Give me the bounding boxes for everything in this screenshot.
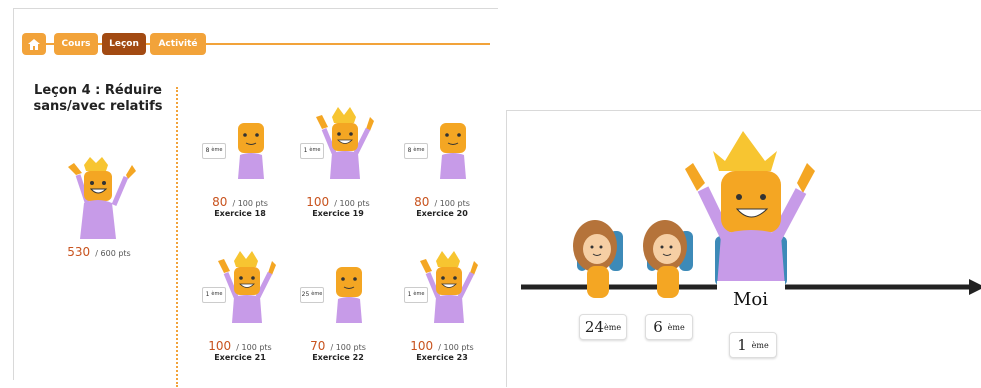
exercise-score-max: / 100 pts xyxy=(334,199,370,208)
exercise-rank: 8 ème xyxy=(202,143,226,159)
total-score-max: / 600 pts xyxy=(95,249,131,258)
exercise-score-value: 80 xyxy=(414,195,430,209)
rank-box-2: 6 ème xyxy=(645,314,693,340)
exercise-score-value: 100 xyxy=(208,339,232,353)
exercise-score-max: / 100 pts xyxy=(330,343,366,352)
rank-value: 25 xyxy=(301,291,310,298)
exercise-label: Exercice 22 xyxy=(312,353,364,362)
exercise-score: 100 / 100 pts xyxy=(190,335,290,354)
total-score: 530 / 600 pts xyxy=(14,241,184,260)
rank-value: 8 xyxy=(407,147,412,154)
rank-suffix: ème xyxy=(309,147,321,153)
arrow-head-icon xyxy=(969,279,981,295)
exercise-rank: 8 ème xyxy=(404,143,428,159)
crown-icon xyxy=(234,251,258,267)
exercise-score-max: / 100 pts xyxy=(232,199,268,208)
exercise-card[interactable]: 1 ème 100 / 100 pts Exercice 19 xyxy=(288,95,388,225)
exercise-score-value: 80 xyxy=(212,195,228,209)
rank-suffix: ème xyxy=(211,147,223,153)
exercise-score-max: / 100 pts xyxy=(438,343,474,352)
rank-suffix: ème xyxy=(667,322,685,332)
rank-value: 1 xyxy=(407,291,412,298)
crown-icon xyxy=(84,157,108,171)
ranking-panel: Moi 24 ème 6 ème 1 ème xyxy=(506,110,981,387)
exercise-score-max: / 100 pts xyxy=(434,199,470,208)
tab-activite[interactable]: Activité xyxy=(150,33,206,55)
lesson-panel: Cours Leçon Activité Leçon 4 : Réduire s… xyxy=(13,8,498,387)
exercise-avatar xyxy=(440,123,466,179)
exercise-score: 100 / 100 pts xyxy=(392,335,492,354)
lesson-title: Leçon 4 : Réduire sans/avec relatifs xyxy=(33,83,163,114)
rank-box-me: 1 ème xyxy=(729,332,777,358)
exercise-card[interactable]: 1 ème 100 / 100 pts Exercice 23 xyxy=(392,239,492,369)
rank-value: 8 xyxy=(205,147,210,154)
crown-icon xyxy=(713,131,777,171)
rank-suffix: ème xyxy=(413,147,425,153)
exercise-score: 70 / 100 pts xyxy=(288,335,388,354)
exercise-card[interactable]: 1 ème 100 / 100 pts Exercice 21 xyxy=(190,239,290,369)
exercise-score: 80 / 100 pts xyxy=(190,191,290,210)
crown-icon xyxy=(436,251,460,267)
tab-lecon[interactable]: Leçon xyxy=(102,33,146,55)
exercise-rank: 1 ème xyxy=(202,287,226,303)
rank-box-1: 24 ème xyxy=(579,314,627,340)
rank-suffix: ème xyxy=(604,322,622,332)
home-icon xyxy=(28,38,40,50)
exercise-avatar xyxy=(336,267,362,323)
exercise-card[interactable]: 8 ème 80 / 100 pts Exercice 20 xyxy=(392,95,492,225)
exercise-label: Exercice 19 xyxy=(312,209,364,218)
rank-value: 6 xyxy=(653,318,663,336)
exercise-score-max: / 100 pts xyxy=(236,343,272,352)
tab-cours[interactable]: Cours xyxy=(54,33,98,55)
exercise-score-value: 100 xyxy=(306,195,330,209)
rank-suffix: ème xyxy=(311,291,323,297)
exercise-label: Exercice 18 xyxy=(214,209,266,218)
exercise-score-value: 70 xyxy=(310,339,326,353)
exercise-label: Exercice 23 xyxy=(416,353,468,362)
my-avatar xyxy=(685,131,815,297)
exercise-score: 100 / 100 pts xyxy=(288,191,388,210)
exercise-rank: 1 ème xyxy=(404,287,428,303)
student-avatar xyxy=(68,157,136,239)
exercise-score-value: 100 xyxy=(410,339,434,353)
rank-value: 1 xyxy=(737,336,747,354)
rank-value: 1 xyxy=(205,291,210,298)
crown-icon xyxy=(332,107,356,123)
exercise-card[interactable]: 8 ème 80 / 100 pts Exercice 18 xyxy=(190,95,290,225)
me-label: Moi xyxy=(733,289,769,310)
exercise-label: Exercice 20 xyxy=(416,209,468,218)
rank-suffix: ème xyxy=(413,291,425,297)
tab-home[interactable] xyxy=(22,33,46,55)
rank-suffix: ème xyxy=(211,291,223,297)
panel-divider xyxy=(176,87,178,387)
rank-suffix: ème xyxy=(751,340,769,350)
exercise-rank: 25 ème xyxy=(300,287,324,303)
total-score-value: 530 xyxy=(67,245,91,259)
breadcrumb-tabs: Cours Leçon Activité xyxy=(22,33,502,55)
exercise-avatar xyxy=(238,123,264,179)
rank-value: 1 xyxy=(303,147,308,154)
exercise-label: Exercice 21 xyxy=(214,353,266,362)
exercise-card[interactable]: 25 ème 70 / 100 pts Exercice 22 xyxy=(288,239,388,369)
exercise-score: 80 / 100 pts xyxy=(392,191,492,210)
exercise-rank: 1 ème xyxy=(300,143,324,159)
rank-value: 24 xyxy=(584,318,605,336)
